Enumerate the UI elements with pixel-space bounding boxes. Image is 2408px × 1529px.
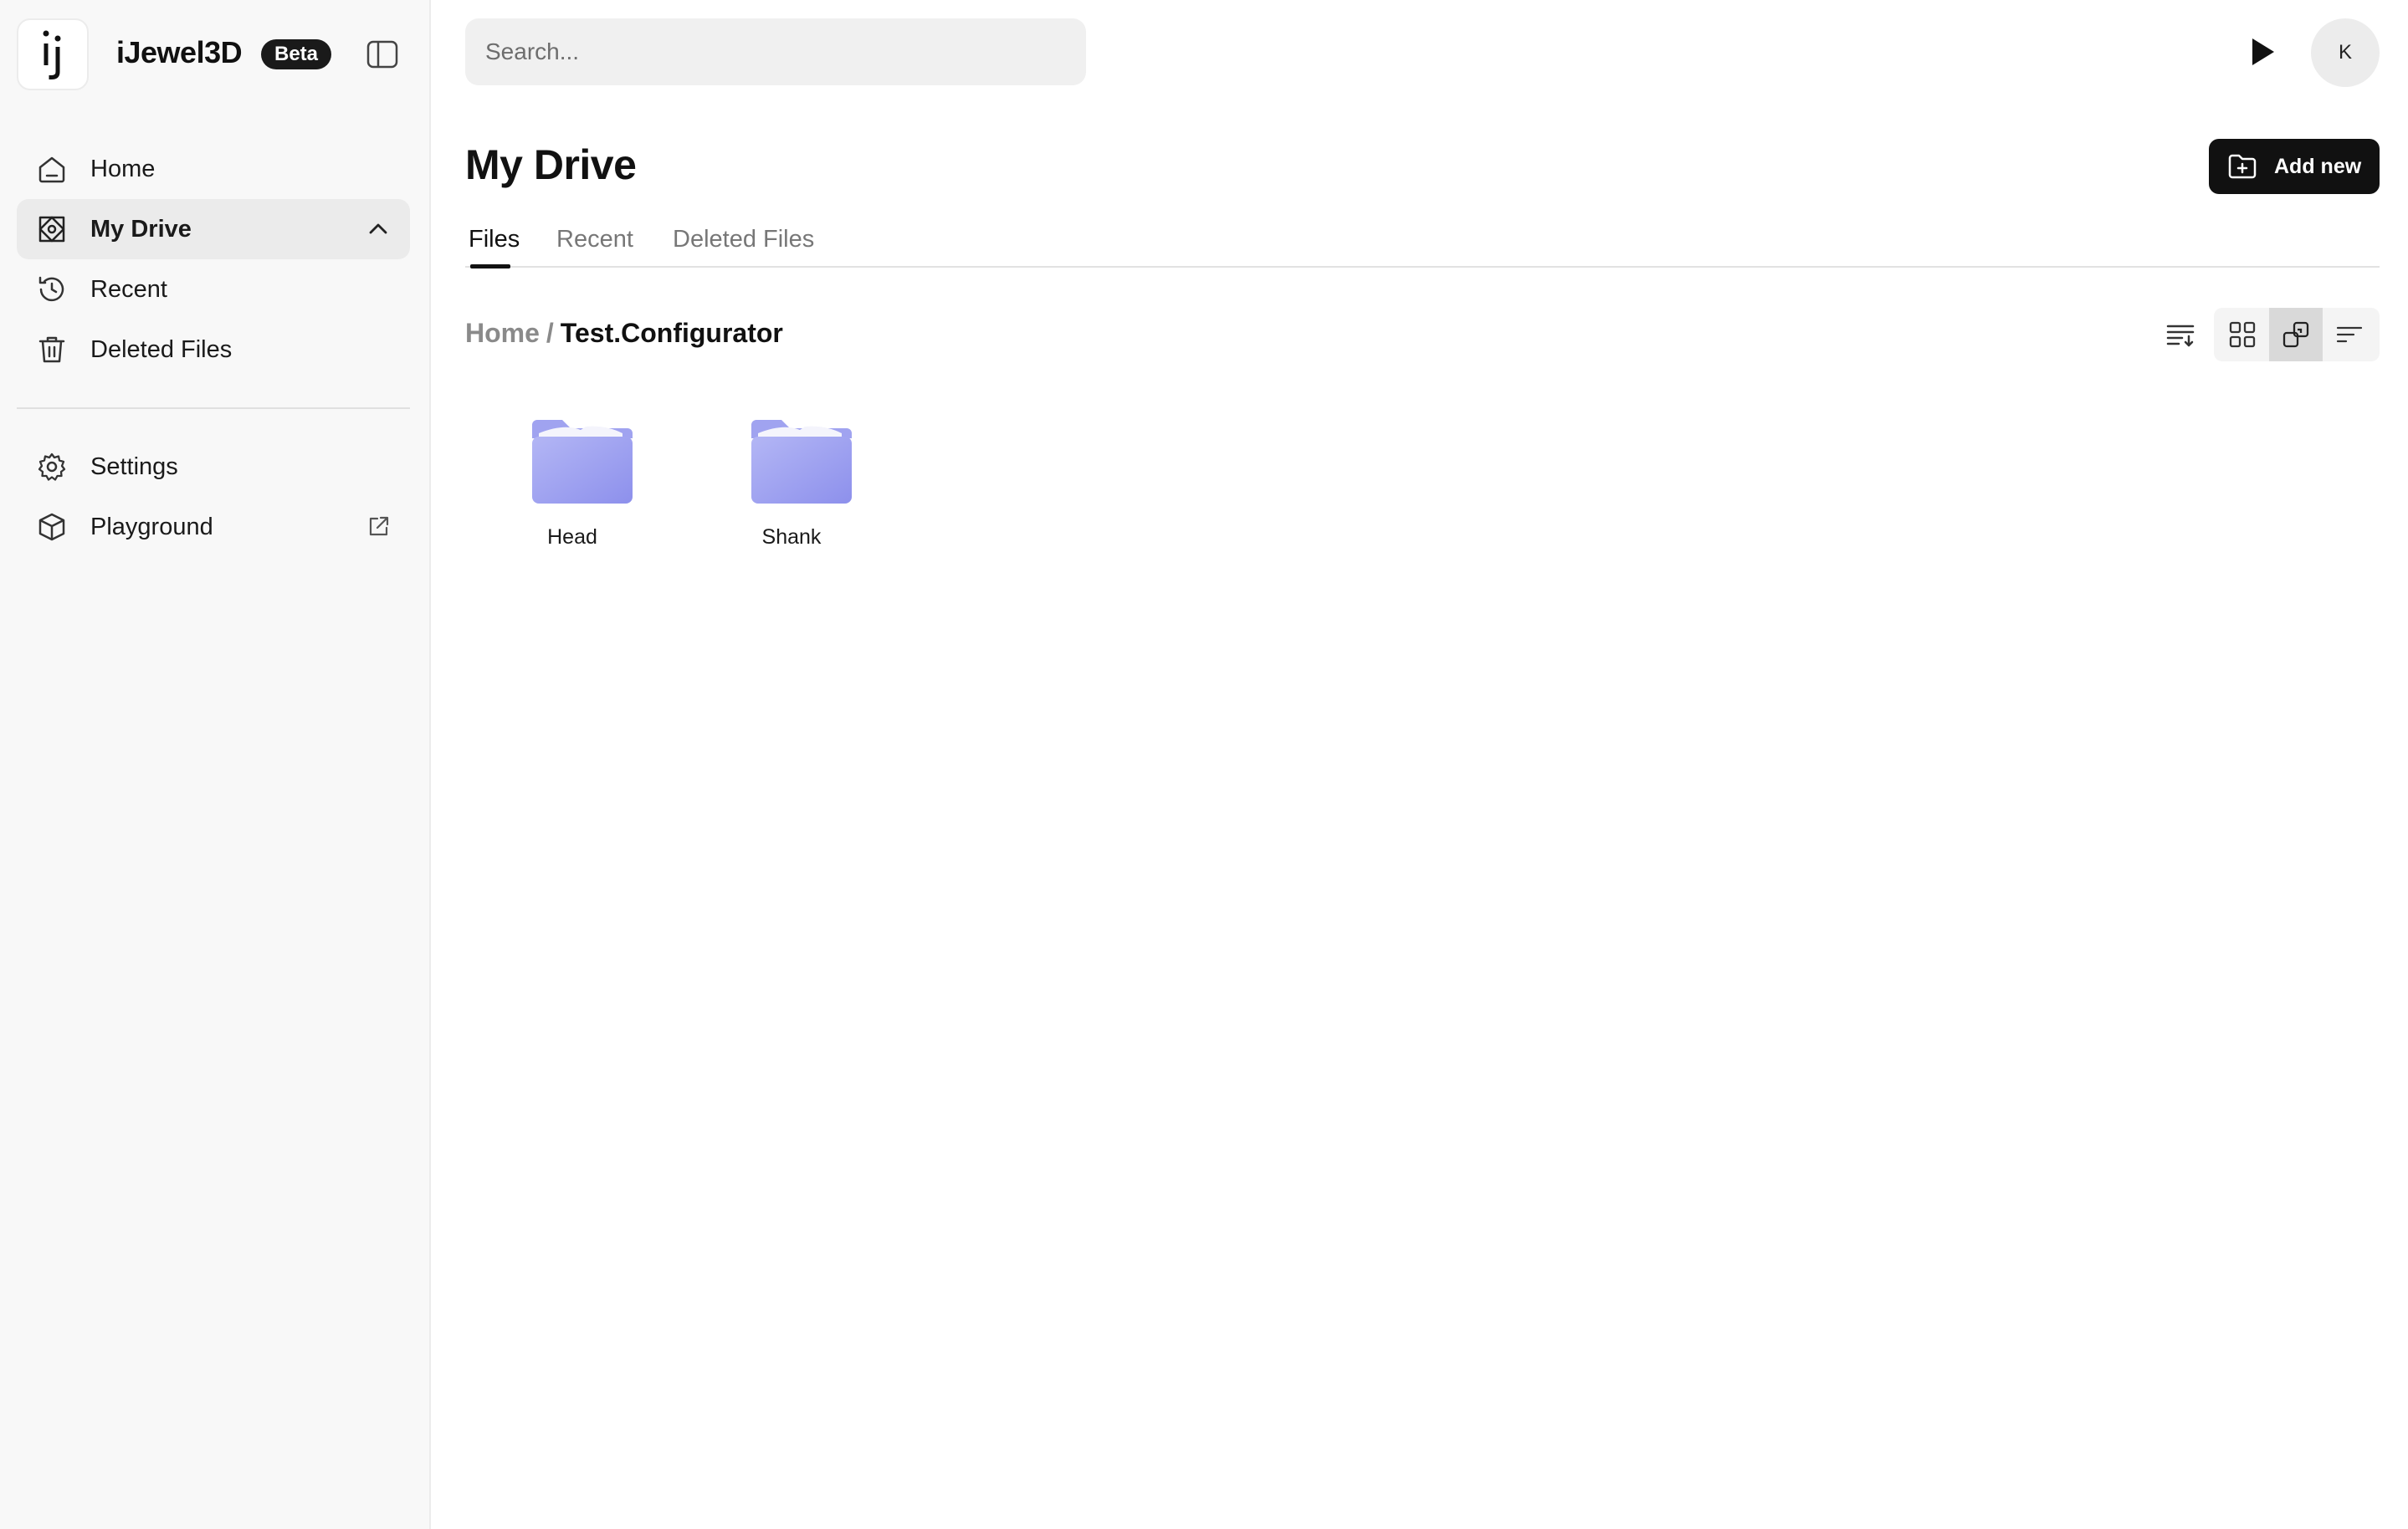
play-icon[interactable]	[2247, 35, 2277, 69]
sidebar: iJewel3D Beta Home My Drive Recent Delet…	[0, 0, 431, 1529]
folder-name: Shank	[761, 525, 822, 549]
sidebar-item-home[interactable]: Home	[17, 139, 410, 199]
sidebar-item-label: Recent	[90, 275, 167, 303]
add-new-label: Add new	[2274, 154, 2362, 178]
sidebar-item-settings[interactable]: Settings	[17, 437, 410, 497]
filter-lines-icon[interactable]	[2323, 308, 2376, 361]
page-title: My Drive	[465, 141, 637, 188]
folder-item-head[interactable]: Head	[489, 418, 656, 586]
sidebar-toggle-icon[interactable]	[366, 40, 398, 69]
folder-plus-icon	[2228, 154, 2257, 179]
cube-icon	[38, 513, 65, 541]
chevron-up-icon[interactable]	[366, 217, 390, 241]
grid-view-icon[interactable]	[2216, 308, 2269, 361]
sort-order-icon[interactable]	[2154, 308, 2207, 361]
tab-deleted-files[interactable]: Deleted Files	[673, 226, 814, 253]
tab-bar: Files Recent Deleted Files	[465, 217, 2380, 268]
home-icon	[38, 156, 65, 183]
sidebar-item-label: My Drive	[90, 215, 192, 243]
sidebar-item-recent[interactable]: Recent	[17, 259, 410, 320]
sidebar-item-deleted-files[interactable]: Deleted Files	[17, 320, 410, 380]
breadcrumb-separator: /	[546, 318, 554, 348]
cluster-view-icon[interactable]	[2269, 308, 2323, 361]
tab-files[interactable]: Files	[469, 226, 520, 253]
breadcrumb: Home / Test.Configurator	[465, 318, 783, 349]
folder-item-shank[interactable]: Shank	[708, 418, 875, 586]
sidebar-item-playground[interactable]: Playground	[17, 497, 410, 557]
add-new-button[interactable]: Add new	[2209, 139, 2380, 194]
brand-logo[interactable]	[17, 18, 89, 90]
active-tab-indicator	[470, 264, 510, 268]
avatar[interactable]: K	[2311, 18, 2380, 87]
sidebar-item-label: Playground	[90, 513, 213, 540]
breadcrumb-home[interactable]: Home	[465, 318, 540, 348]
trash-icon	[38, 336, 65, 363]
view-toggle-group	[2214, 308, 2380, 361]
sidebar-item-label: Home	[90, 155, 156, 182]
folder-name: Head	[547, 525, 597, 549]
external-link-icon[interactable]	[366, 515, 390, 539]
tab-recent[interactable]: Recent	[556, 226, 633, 253]
folder-icon	[532, 420, 633, 504]
breadcrumb-current: Test.Configurator	[560, 318, 783, 348]
brand-name: iJewel3D	[116, 35, 243, 69]
drive-icon	[38, 216, 65, 243]
history-icon	[38, 276, 64, 302]
ij-logo-icon	[43, 30, 61, 79]
beta-badge: Beta	[261, 39, 332, 69]
gear-icon	[38, 453, 66, 481]
sidebar-divider	[17, 407, 410, 409]
sidebar-item-my-drive[interactable]: My Drive	[17, 199, 410, 259]
sidebar-item-label: Settings	[90, 453, 178, 480]
sidebar-item-label: Deleted Files	[90, 335, 233, 363]
search-input[interactable]	[465, 18, 1086, 85]
folder-icon	[751, 420, 852, 504]
